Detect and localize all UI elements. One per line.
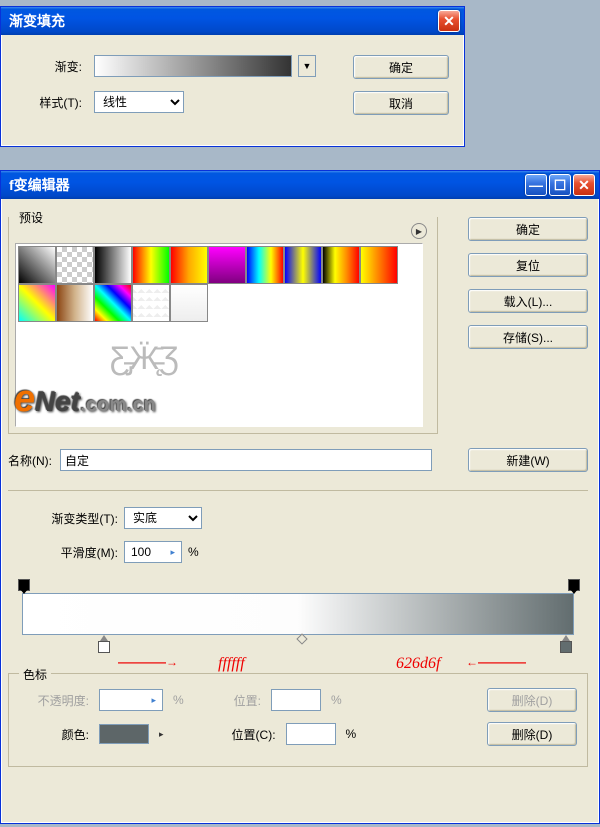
preset-swatch[interactable] xyxy=(208,246,246,284)
editor-reset-button[interactable]: 复位 xyxy=(468,253,588,277)
annotation-hex-right: 626d6f xyxy=(396,655,440,673)
percent-label: % xyxy=(188,545,199,559)
preset-swatch[interactable] xyxy=(56,284,94,322)
ok-button[interactable]: 确定 xyxy=(353,55,449,79)
new-button[interactable]: 新建(W) xyxy=(468,448,588,472)
cancel-button[interactable]: 取消 xyxy=(353,91,449,115)
minimize-icon[interactable]: — xyxy=(525,174,547,196)
preset-swatch[interactable] xyxy=(56,246,94,284)
style-select[interactable]: 线性 xyxy=(94,91,184,113)
preset-swatch[interactable] xyxy=(170,284,208,322)
editor-save-button[interactable]: 存储(S)... xyxy=(468,325,588,349)
color-dropdown-icon[interactable]: ▸ xyxy=(159,729,164,740)
style-label: 样式(T): xyxy=(20,94,82,111)
chevron-right-icon[interactable]: ▸ xyxy=(170,547,175,558)
preset-swatch[interactable] xyxy=(18,284,56,322)
preset-swatch[interactable] xyxy=(246,246,284,284)
presets-group: 预设 ▶ xyxy=(8,217,438,434)
presets-scroll[interactable] xyxy=(15,243,423,427)
gradient-fill-title: 渐变填充 xyxy=(9,11,65,31)
name-label: 名称(N): xyxy=(8,452,52,469)
gradient-editor-titlebar[interactable]: f变编辑器 — ☐ ✕ xyxy=(1,171,599,199)
opacity-delete-button: 删除(D) xyxy=(487,688,577,712)
opacity-stop-right[interactable] xyxy=(568,579,578,593)
gradient-editor-window: f变编辑器 — ☐ ✕ 确定 复位 载入(L)... 存储(S)... 预设 ▶ xyxy=(0,170,600,824)
preset-swatch[interactable] xyxy=(132,284,170,322)
midpoint-diamond[interactable] xyxy=(296,633,307,644)
close-icon[interactable]: ✕ xyxy=(573,174,595,196)
stops-group: 色标 不透明度: ▸ % 位置: % 删除(D) 颜色: ▸ 位置(C): % … xyxy=(8,673,588,767)
editor-ok-button[interactable]: 确定 xyxy=(468,217,588,241)
presets-label: 预设 xyxy=(15,209,47,226)
color-swatch[interactable] xyxy=(99,724,149,744)
preset-swatch[interactable] xyxy=(322,246,360,284)
gradient-preview[interactable] xyxy=(94,55,292,77)
color-delete-button[interactable]: 删除(D) xyxy=(487,722,577,746)
opacity-input: ▸ xyxy=(99,689,163,711)
opacity-position-label: 位置: xyxy=(234,692,261,709)
preset-swatch[interactable] xyxy=(360,246,398,284)
annotation-arrow-left: ————→ xyxy=(118,655,178,669)
close-icon[interactable]: ✕ xyxy=(438,10,460,32)
stops-label: 色标 xyxy=(19,666,51,683)
smoothness-label: 平滑度(M): xyxy=(18,544,118,561)
gradient-editor-title: f变编辑器 xyxy=(9,175,70,195)
editor-load-button[interactable]: 载入(L)... xyxy=(468,289,588,313)
opacity-label: 不透明度: xyxy=(19,692,89,709)
gradient-type-label: 渐变类型(T): xyxy=(18,510,118,527)
preset-swatch[interactable] xyxy=(94,246,132,284)
color-stop-left[interactable] xyxy=(98,635,110,651)
smoothness-input[interactable]: 100 ▸ xyxy=(124,541,182,563)
preset-swatch[interactable] xyxy=(18,246,56,284)
gradient-bar[interactable] xyxy=(22,593,574,635)
gradient-label: 渐变: xyxy=(20,58,82,75)
gradient-type-group: 渐变类型(T): 实底 平滑度(M): 100 ▸ % xyxy=(8,490,588,673)
color-label: 颜色: xyxy=(19,726,89,743)
gradient-type-select[interactable]: 实底 xyxy=(124,507,202,529)
gradient-dropdown-arrow[interactable]: ▼ xyxy=(298,55,316,77)
preset-swatch[interactable] xyxy=(284,246,322,284)
preset-swatch[interactable] xyxy=(170,246,208,284)
gradient-bar-editor: ————→ ffffff 626d6f ←———— xyxy=(18,575,578,663)
gradient-fill-dialog: 渐变填充 ✕ 渐变: ▼ 样式(T): 线性 确定 取消 xyxy=(0,6,465,147)
opacity-position-input xyxy=(271,689,321,711)
annotation-arrow-right: ←———— xyxy=(466,655,526,669)
annotation-hex-left: ffffff xyxy=(218,655,245,673)
color-position-label: 位置(C): xyxy=(232,726,276,743)
color-position-input[interactable] xyxy=(286,723,336,745)
opacity-stop-left[interactable] xyxy=(18,579,28,593)
color-stop-right[interactable] xyxy=(560,635,572,651)
maximize-icon[interactable]: ☐ xyxy=(549,174,571,196)
preset-swatch[interactable] xyxy=(94,284,132,322)
name-input[interactable] xyxy=(60,449,432,471)
gradient-fill-body: 渐变: ▼ 样式(T): 线性 确定 取消 xyxy=(1,35,464,146)
preset-swatch[interactable] xyxy=(132,246,170,284)
presets-flyout-icon[interactable]: ▶ xyxy=(411,223,427,239)
gradient-fill-titlebar[interactable]: 渐变填充 ✕ xyxy=(1,7,464,35)
